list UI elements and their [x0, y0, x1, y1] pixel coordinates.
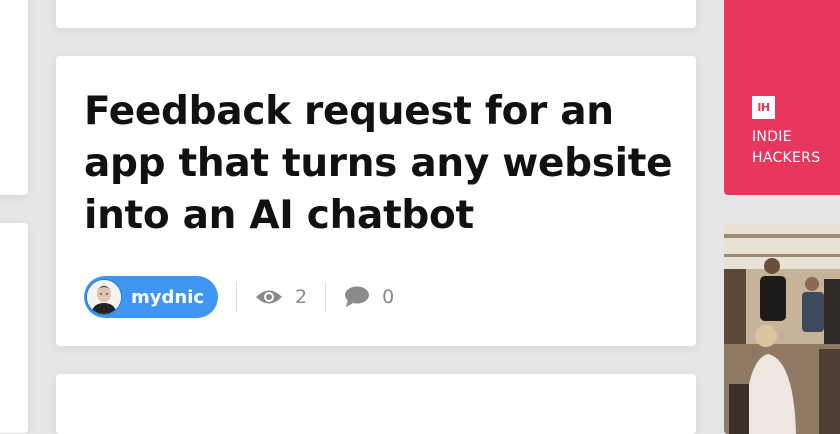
author-name: mydnic: [131, 286, 205, 308]
avatar: [86, 279, 122, 315]
comments-count[interactable]: 0: [344, 286, 394, 308]
post-card[interactable]: Feedback request for an app that turns a…: [56, 56, 696, 346]
banner-line-1: INDIE: [752, 129, 792, 145]
post-meta: mydnic 2 0: [84, 276, 394, 318]
comments-value: 0: [382, 286, 395, 308]
meta-divider: [325, 282, 327, 312]
post-title[interactable]: Feedback request for an app that turns a…: [84, 86, 679, 242]
meta-divider: [236, 282, 238, 312]
feed-card-previous[interactable]: [56, 0, 696, 28]
author-link[interactable]: mydnic: [84, 276, 219, 318]
views-count: 2: [255, 286, 307, 308]
avatar-portrait-icon: [87, 280, 121, 314]
eye-icon: [256, 290, 283, 304]
banner-line-2: HACKERS: [752, 150, 821, 166]
sidebar-photo[interactable]: [724, 224, 840, 434]
feed-card-left-top: [0, 0, 28, 195]
cafe-photo-image: [724, 224, 840, 434]
indie-hackers-banner[interactable]: IH INDIE HACKERS: [724, 0, 840, 195]
speech-bubble-icon: [345, 286, 370, 307]
indie-hackers-logo-icon: IH: [752, 96, 775, 119]
feed-card-next[interactable]: [56, 374, 696, 434]
feed-card-left-bottom: [0, 223, 28, 433]
views-value: 2: [295, 286, 308, 308]
